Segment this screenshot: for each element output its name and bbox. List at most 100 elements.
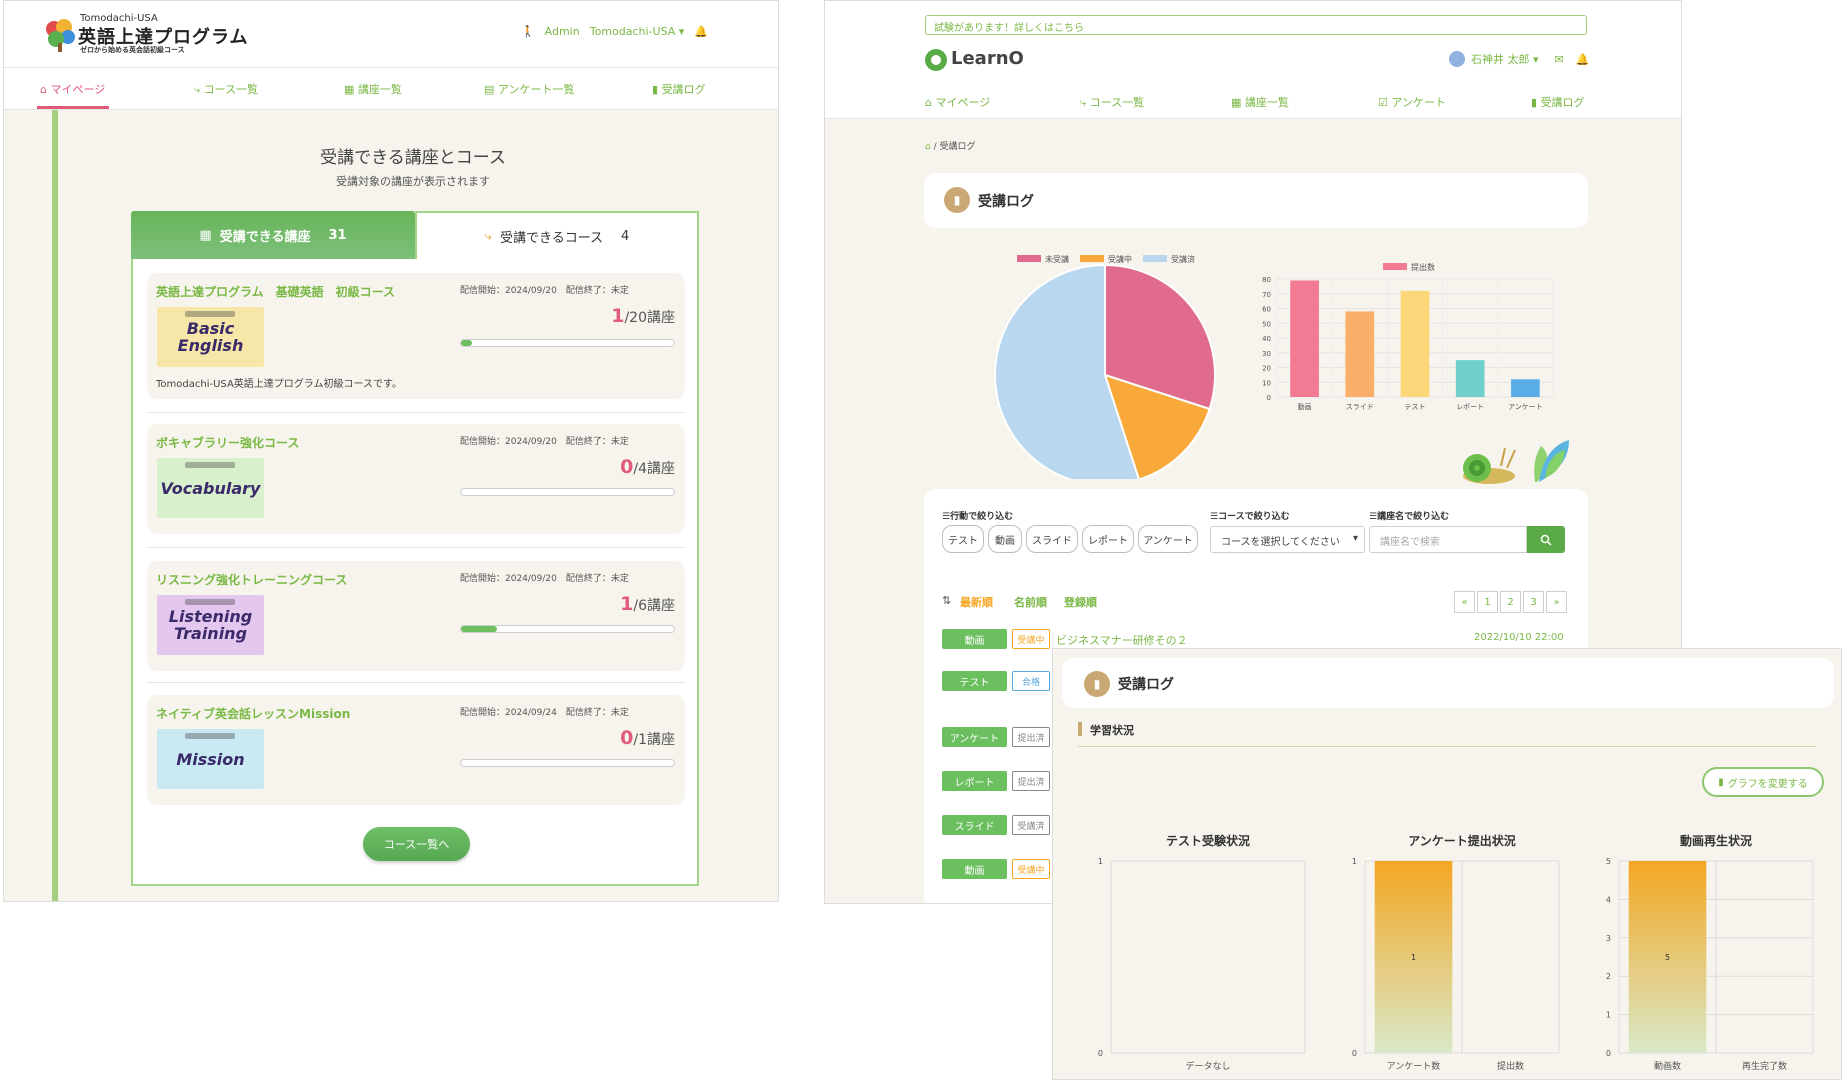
course-list-screen: Tomodachi-USA 英語上達プログラム ゼロから始める英会話初級コース … (3, 0, 779, 902)
lecture-search-input[interactable]: 講座名で検索 (1369, 526, 1527, 553)
nav-lecture-list[interactable]: ▦ 講座一覧 (1231, 94, 1289, 110)
course-progress-bar (460, 339, 675, 347)
label-text: 行動で絞り込む (950, 512, 1014, 522)
course-title[interactable]: 英語上達プログラム 基礎英語 初級コース (156, 283, 395, 300)
pager-prev[interactable]: « (1454, 591, 1475, 613)
thumb-text: Vocabulary (160, 478, 261, 498)
y-tick-label: 10 (1262, 379, 1271, 387)
sort-name[interactable]: 名前順 (1014, 594, 1047, 610)
legend-swatch (1143, 255, 1167, 262)
nav-mypage[interactable]: ⌂ マイページ (40, 81, 105, 97)
user-name[interactable]: 石神井 太郎 ▾ (1471, 51, 1539, 67)
chip-video[interactable]: 動画 (988, 525, 1022, 553)
y-tick-label: 5 (1606, 857, 1611, 866)
legend-label: 受講中 (1108, 254, 1132, 264)
course-title[interactable]: リスニング強化トレーニングコース (156, 571, 347, 588)
chip-survey[interactable]: アンケート (1138, 525, 1198, 553)
divider (147, 412, 685, 413)
course-list: 英語上達プログラム 基礎英語 初級コース 配信開始：2024/09/20 配信終… (131, 259, 699, 886)
chip-test[interactable]: テスト (942, 525, 984, 553)
course-thumbnail[interactable]: Vocabulary (157, 458, 264, 518)
nav-learning-log[interactable]: ▮ 受講ログ (652, 81, 706, 97)
search-button[interactable] (1527, 526, 1565, 553)
course-filter-label: ☰コースで絞り込む (1210, 512, 1290, 522)
data-label: 5 (1665, 953, 1670, 962)
nav-mypage[interactable]: ⌂ マイページ (925, 94, 990, 110)
x-tick-label: 再生完了数 (1742, 1060, 1787, 1072)
tab-available-lectures[interactable]: ▦ 受講できる講座 31 (131, 211, 415, 259)
nav-label: 受講ログ (1540, 96, 1585, 109)
total-count: /6講座 (633, 598, 675, 614)
legend-label: 提出数 (1411, 262, 1435, 272)
course-thumbnail[interactable]: Basic English (157, 307, 264, 367)
chart-title: テスト受験状況 (1166, 833, 1250, 848)
sort-newest[interactable]: 最新順 (960, 594, 993, 610)
progress-fill (461, 626, 498, 632)
row-type-tag: スライド (942, 815, 1007, 835)
x-tick-label: アンケート数 (1387, 1060, 1441, 1072)
user-menu[interactable]: 石神井 太郎 ▾ ✉ 🔔 (1449, 51, 1589, 67)
home-icon[interactable]: ⌂ (925, 142, 931, 152)
y-tick-label: 1 (1098, 857, 1103, 866)
page-title-card: ▮ 受講ログ (1062, 658, 1834, 708)
course-dates: 配信開始：2024/09/20 配信終了：未定 (460, 437, 629, 447)
course-card[interactable]: リスニング強化トレーニングコース 配信開始：2024/09/20 配信終了：未定… (147, 561, 685, 671)
pager-next[interactable]: » (1546, 591, 1567, 613)
sort-icon: ⇅ (942, 594, 952, 607)
legend-label: 受講済 (1171, 254, 1195, 264)
bar-chart-icon: ▮ (944, 187, 970, 213)
x-tick-label: 動画数 (1654, 1060, 1681, 1072)
total-count: /1講座 (633, 732, 675, 748)
thumb-text: Basic English (177, 319, 244, 355)
logo-subtitle: ゼロから始める英会話初級コース (80, 46, 185, 54)
nav-course-list[interactable]: ⤷ コース一覧 (1080, 94, 1144, 110)
nav-label: コース一覧 (1089, 96, 1145, 109)
nav-course-list[interactable]: ⤷ コース一覧 (194, 81, 258, 97)
course-select[interactable]: コースを選択してください ▾ (1210, 526, 1365, 553)
row-status-badge: 提出済 (1012, 771, 1050, 791)
row-date: 2022/10/10 22:00 (1474, 632, 1564, 643)
status-bar-charts: テスト受験状況 0 1 データなし アンケート提出状況 0 1 1 アンケート数 提出数 動画再生状… (1098, 833, 1814, 1072)
course-title[interactable]: ボキャブラリー強化コース (156, 434, 299, 451)
chip-slide[interactable]: スライド (1026, 525, 1078, 553)
bar-chart-icon: ▮ (1718, 776, 1724, 788)
course-list-button[interactable]: コース一覧へ (363, 827, 470, 861)
sort-registered[interactable]: 登録順 (1064, 594, 1097, 610)
course-title[interactable]: ネイティブ英会話レッスンMission (156, 705, 350, 722)
nav-survey-list[interactable]: ▤ アンケート一覧 (484, 81, 574, 97)
change-graph-button[interactable]: ▮ グラフを変更する (1702, 767, 1824, 797)
exam-notice-banner[interactable]: 試験があります！詳しくはこちら (925, 15, 1587, 35)
divider (147, 547, 685, 548)
learno-logo-icon (925, 49, 947, 71)
pager-page-1[interactable]: 1 (1477, 591, 1498, 613)
course-card[interactable]: 英語上達プログラム 基礎英語 初級コース 配信開始：2024/09/20 配信終… (147, 273, 685, 399)
course-thumbnail[interactable]: Listening Training (157, 595, 264, 655)
thumb-logo (185, 733, 235, 739)
bar-スライド (1345, 311, 1375, 397)
nav-learning-log[interactable]: ▮ 受講ログ (1531, 94, 1585, 110)
user-menu[interactable]: 🚶 Admin Tomodachi-USA ▾ 🔔 (521, 25, 708, 38)
progress-fill (461, 340, 472, 346)
org-dropdown[interactable]: Tomodachi-USA ▾ (590, 25, 685, 38)
bell-icon[interactable]: 🔔 (1576, 53, 1590, 66)
nav-lecture-list[interactable]: ▦ 講座一覧 (344, 81, 402, 97)
pager-page-3[interactable]: 3 (1523, 591, 1544, 613)
course-dates: 配信開始：2024/09/20 配信終了：未定 (460, 574, 629, 584)
pie-legend: 未受講 受講中 受講済 (1017, 254, 1195, 264)
action-filter-label: ☰行動で絞り込む (942, 512, 1014, 522)
row-status-badge: 受講中 (1012, 629, 1050, 649)
course-thumbnail[interactable]: Mission (157, 729, 264, 789)
y-tick-label: 30 (1262, 350, 1271, 358)
brain-logo-icon (46, 19, 75, 52)
pager-page-2[interactable]: 2 (1500, 591, 1521, 613)
tab-available-courses[interactable]: ⤷ 受講できるコース 4 (415, 211, 699, 259)
nav-survey[interactable]: ☑ アンケート (1378, 94, 1446, 110)
data-label: 1 (1411, 953, 1416, 962)
course-card[interactable]: ネイティブ英会話レッスンMission 配信開始：2024/09/24 配信終了… (147, 695, 685, 805)
row-lecture-name[interactable]: ビジネスマナー研修その２ (1056, 632, 1188, 648)
course-card[interactable]: ボキャブラリー強化コース 配信開始：2024/09/20 配信終了：未定 0/4… (147, 424, 685, 534)
user-role: Admin (544, 25, 580, 38)
bell-icon[interactable]: 🔔 (694, 25, 708, 38)
mail-icon[interactable]: ✉ (1555, 53, 1564, 66)
chip-report[interactable]: レポート (1082, 525, 1134, 553)
